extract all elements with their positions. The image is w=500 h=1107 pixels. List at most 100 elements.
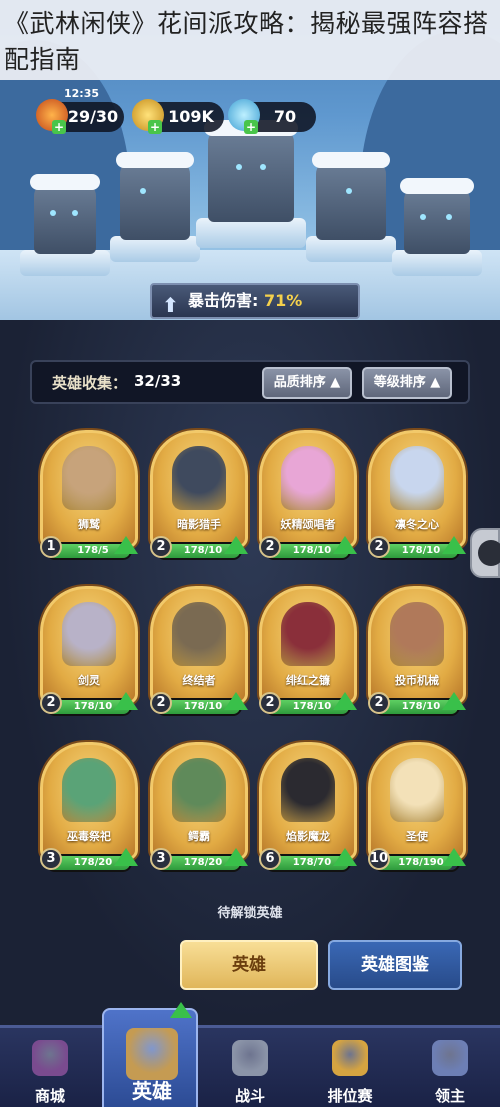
hero-name: 凛冬之心 [395, 518, 439, 531]
upgrade-arrow-icon[interactable] [224, 848, 248, 866]
hero-card[interactable]: 狮鹫 178/5 1 [40, 430, 138, 568]
sort-quality-button[interactable]: 品质排序 ▲ [262, 367, 352, 399]
hero-level-badge: 1 [40, 536, 62, 558]
hero-card[interactable]: 凛冬之心 178/10 2 [368, 430, 466, 568]
plus-icon[interactable]: + [52, 120, 66, 134]
energy-counter[interactable]: + 29/30 [36, 99, 124, 134]
hero-portrait [281, 446, 335, 510]
upgrade-arrow-icon[interactable] [114, 848, 138, 866]
hero-name: 鳄霸 [188, 830, 210, 843]
hero-shard-progress: 178/10 [401, 545, 441, 556]
nav-label: 战斗 [234, 1087, 265, 1105]
hero-card-icon [126, 1028, 178, 1080]
hero-card[interactable]: 剑灵 178/10 2 [40, 586, 138, 724]
upgrade-arrow-icon[interactable] [442, 848, 466, 866]
hero-card[interactable]: 焰影魔龙 178/70 6 [259, 742, 357, 880]
hero-card[interactable]: 投币机械 178/10 2 [368, 586, 466, 724]
nav-item[interactable]: 领主 [402, 1028, 498, 1107]
hero-portrait [390, 758, 444, 822]
lord-banner-icon [432, 1040, 468, 1076]
hero-level-badge: 3 [150, 848, 172, 870]
hero-name: 投币机械 [395, 674, 439, 687]
plus-icon[interactable]: + [244, 120, 258, 134]
collection-label: 英雄收集： [52, 374, 128, 392]
hero-shard-progress: 178/10 [292, 545, 332, 556]
hero-name: 剑灵 [78, 674, 100, 687]
hero-shard-progress: 178/20 [183, 857, 223, 868]
hero-name: 焰影魔龙 [286, 830, 330, 843]
hero-name: 狮鹫 [78, 518, 100, 531]
hero-card[interactable]: 巫毒祭祀 178/20 3 [40, 742, 138, 880]
hero-level-badge: 2 [259, 692, 281, 714]
statue-griffin [116, 152, 194, 240]
crossed-swords-icon [232, 1040, 268, 1076]
hero-avatar-icon [478, 540, 500, 566]
article-title-text: 《武林闲侠》花间派攻略：揭秘最强阵容搭配指南 [4, 9, 489, 74]
nav-label: 英雄 [132, 1079, 172, 1103]
hero-name: 圣使 [406, 830, 428, 843]
up-arrow-icon: ⬆ [162, 293, 179, 317]
hero-portrait [172, 758, 226, 822]
hero-portrait [62, 758, 116, 822]
crit-value: 71% [263, 291, 303, 310]
hero-shard-progress: 178/10 [401, 701, 441, 712]
hero-codex-button[interactable]: 英雄图鉴 [328, 940, 462, 990]
upgrade-arrow-icon[interactable] [442, 692, 466, 710]
hero-shard-progress: 178/10 [183, 545, 223, 556]
hero-portrait [62, 446, 116, 510]
nav-label: 排位赛 [327, 1087, 373, 1105]
hero-portrait [172, 602, 226, 666]
nav-item[interactable]: 排位赛 [302, 1028, 398, 1107]
nav-label: 商城 [34, 1087, 65, 1105]
crit-damage-banner: ⬆ 暴击伤害: 71% [150, 283, 360, 319]
hero-portrait [390, 602, 444, 666]
hero-level-badge: 2 [259, 536, 281, 558]
upgrade-arrow-icon[interactable] [442, 536, 466, 554]
hero-name: 终结者 [182, 674, 216, 687]
nav-item[interactable]: 战斗 [202, 1028, 298, 1107]
hero-shard-progress: 178/10 [73, 701, 113, 712]
side-hero-tab[interactable] [470, 528, 500, 578]
upgrade-arrow-icon[interactable] [333, 536, 357, 554]
hero-portrait [281, 758, 335, 822]
pedestal [196, 218, 306, 248]
upgrade-arrow-icon[interactable] [333, 692, 357, 710]
hero-level-badge: 2 [150, 692, 172, 714]
upgrade-arrow-icon[interactable] [224, 692, 248, 710]
hero-level-badge: 2 [40, 692, 62, 714]
hero-shard-progress: 178/10 [183, 701, 223, 712]
article-title: 《武林闲侠》花间派攻略：揭秘最强阵容搭配指南 [0, 0, 500, 80]
hero-portrait [62, 602, 116, 666]
statue-dragon [204, 120, 298, 222]
plus-icon[interactable]: + [148, 120, 162, 134]
gem-counter[interactable]: + 70 [228, 99, 316, 134]
collection-header: 英雄收集： 32/33 品质排序 ▲ 等级排序 ▲ [30, 360, 470, 404]
gold-counter[interactable]: + 109K [132, 99, 224, 134]
hero-name: 暗影猎手 [177, 518, 221, 531]
locked-heroes-label: 待解锁英雄 [217, 906, 283, 921]
gold-value: 109K [168, 107, 214, 126]
sort-level-button[interactable]: 等级排序 ▲ [362, 367, 452, 399]
hero-shard-progress: 178/20 [73, 857, 113, 868]
hero-card[interactable]: 绯红之镰 178/10 2 [259, 586, 357, 724]
rank-shield-icon [332, 1040, 368, 1076]
nav-label: 领主 [434, 1087, 465, 1105]
hero-card[interactable]: 终结者 178/10 2 [150, 586, 248, 724]
hero-card[interactable]: 暗影猎手 178/10 2 [150, 430, 248, 568]
statue-knight [312, 152, 390, 240]
hero-name: 绯红之镰 [286, 674, 330, 687]
hero-portrait [390, 446, 444, 510]
upgrade-arrow-icon [170, 1002, 192, 1018]
upgrade-arrow-icon[interactable] [114, 692, 138, 710]
upgrade-arrow-icon[interactable] [333, 848, 357, 866]
hero-tab-button[interactable]: 英雄 [180, 940, 318, 990]
hero-collection-panel: 英雄收集： 32/33 品质排序 ▲ 等级排序 ▲ 狮鹫 178/5 1 暗影猎手 17… [0, 320, 500, 1025]
hero-shard-progress: 178/5 [77, 545, 109, 556]
nav-item[interactable]: 商城 [2, 1028, 98, 1107]
upgrade-arrow-icon[interactable] [114, 536, 138, 554]
upgrade-arrow-icon[interactable] [224, 536, 248, 554]
nav-item[interactable]: 英雄 [102, 1002, 198, 1107]
hero-card[interactable]: 圣使 178/190 10 [368, 742, 466, 880]
hero-card[interactable]: 鳄霸 178/20 3 [150, 742, 248, 880]
hero-card[interactable]: 妖精颂唱者 178/10 2 [259, 430, 357, 568]
